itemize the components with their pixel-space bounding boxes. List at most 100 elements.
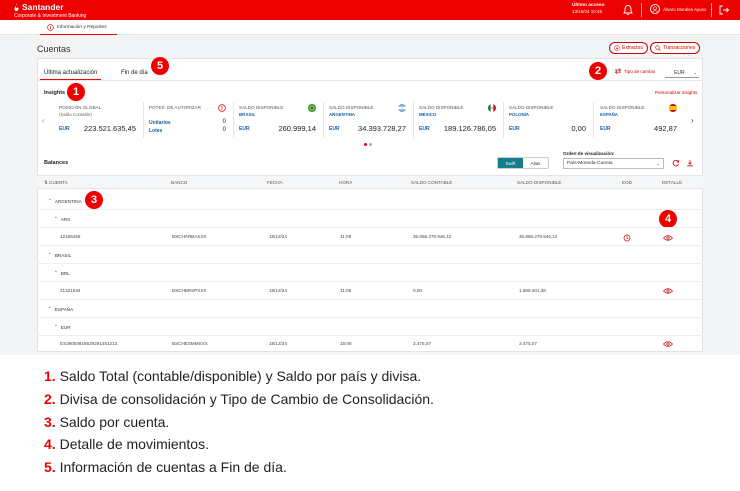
swift-alias-toggle[interactable]: Swift Alias xyxy=(497,157,549,169)
alert-icon xyxy=(218,104,226,112)
insight-title: Saldo disponible xyxy=(329,105,374,110)
toggle-alias[interactable]: Alias xyxy=(523,158,548,168)
info-icon xyxy=(47,23,54,31)
currency-select[interactable]: EUR ⌄ xyxy=(665,68,699,78)
row-divider xyxy=(37,263,703,264)
row-divider xyxy=(37,245,703,246)
balances-title: Balances xyxy=(44,160,69,166)
insight-card-brasil[interactable]: Saldo disponible Brasil EUR 260.999,14 xyxy=(233,102,321,138)
insight-title: Saldo disponible xyxy=(239,105,284,110)
santander-logo[interactable]: Santander Corporate & Investment Banking xyxy=(13,2,86,19)
cell-saldo-disponible: 3.475,07 xyxy=(519,341,537,346)
legend-text: Saldo Total (contable/disponible) y Sald… xyxy=(59,368,422,384)
currency-label: EUR xyxy=(60,324,71,330)
table-header: ⇅ Cuenta Banco Fecha Hora Saldo contable… xyxy=(37,175,703,189)
eye-icon[interactable] xyxy=(663,341,673,347)
brazil-flag-icon xyxy=(308,104,316,112)
extractos-button[interactable]: Extractos xyxy=(609,42,648,54)
chevron-up-icon: ⌃ xyxy=(48,252,52,257)
currency-value: EUR xyxy=(674,69,685,76)
lotes-value: 0 xyxy=(222,127,226,133)
insight-currency: EUR xyxy=(239,126,250,132)
chevron-left-icon[interactable]: ‹ xyxy=(42,116,45,125)
eye-icon[interactable] xyxy=(663,288,673,294)
tipo-de-cambio-label: Tipo de cambio xyxy=(624,68,656,74)
eye-icon[interactable] xyxy=(663,235,673,241)
callout-badge-3: 3 xyxy=(85,191,103,209)
search-icon xyxy=(655,45,661,51)
sort-icon: ⇅ xyxy=(44,180,48,185)
insight-country: España xyxy=(600,112,618,117)
group-currency-eur[interactable]: ⌃ EUR xyxy=(54,324,71,330)
group-country-espana[interactable]: ⌃ ESPAÑA xyxy=(48,306,73,312)
transacciones-label: Transacciones xyxy=(663,45,696,51)
chevron-down-icon: ⌄ xyxy=(693,70,697,75)
pagination-dot[interactable] xyxy=(369,143,372,146)
legend-number: 4. xyxy=(44,436,56,452)
group-country-brasil[interactable]: ⌃ BRASIL xyxy=(48,252,71,258)
divider xyxy=(641,3,642,17)
cell-saldo-disponible: 1.689.401,38 xyxy=(519,288,546,293)
pagination-dot-active[interactable] xyxy=(364,143,367,146)
chevron-up-icon: ⌃ xyxy=(54,270,58,275)
chevron-up-icon: ⌃ xyxy=(48,306,52,311)
legend-text: Saldo por cuenta. xyxy=(59,414,170,430)
order-label: Orden de visualización: xyxy=(563,151,615,156)
insight-value: 0,00 xyxy=(571,124,586,133)
tipo-de-cambio-link[interactable]: Tipo de cambio xyxy=(614,67,655,75)
row-divider xyxy=(37,281,703,282)
insight-card-mexico[interactable]: Saldo disponible México EUR 189.126.786,… xyxy=(413,102,501,138)
order-select[interactable]: País-Moneda-Cuenta ⌄ xyxy=(563,158,664,169)
insight-card-polonia[interactable]: Saldo disponible Polonia EUR 0,00 xyxy=(503,102,591,138)
logout-icon[interactable] xyxy=(718,4,730,16)
cell-saldo-contable: 36.866.278.946,12 xyxy=(413,234,452,239)
tab-fin-de-dia[interactable]: Fin de día xyxy=(121,70,148,76)
currency-label: BRL xyxy=(60,270,70,276)
insight-card-espana[interactable]: Saldo disponible España EUR 492,87 xyxy=(594,102,682,138)
personalize-insights-link[interactable]: Personalizar insights xyxy=(655,90,697,95)
unitarios-label: Unitarios xyxy=(149,120,171,126)
insight-card-argentina[interactable]: Saldo disponible Argentina EUR 34.393.72… xyxy=(323,102,411,138)
group-country-argentina[interactable]: ⌃ ARGENTINA xyxy=(48,198,82,204)
cell-cuenta: 21321534 xyxy=(60,288,81,293)
user-menu[interactable]: Álvaro Morales Ayuso ⌄ xyxy=(650,4,713,14)
column-label: Cuenta xyxy=(49,180,68,185)
carousel-pagination xyxy=(364,143,372,146)
insight-value: 260.999,14 xyxy=(278,124,316,133)
insight-country: Argentina xyxy=(329,112,356,117)
row-divider xyxy=(37,335,703,336)
group-currency-brl[interactable]: ⌃ BRL xyxy=(54,270,70,276)
legend-text: Divisa de consolidación y Tipo de Cambio… xyxy=(59,391,434,407)
refresh-icon[interactable] xyxy=(672,159,680,167)
chevron-right-icon[interactable]: › xyxy=(691,116,694,125)
bell-icon[interactable] xyxy=(622,4,634,16)
extractos-label: Extractos xyxy=(622,45,643,51)
insight-card-pendientes[interactable]: Potes. de autorizar Unitarios 0 Lotes 0 xyxy=(143,102,231,138)
transacciones-button[interactable]: Transacciones xyxy=(650,42,701,54)
insight-value: 34.393.728,27 xyxy=(358,124,406,133)
unitarios-value: 0 xyxy=(222,119,226,125)
history-icon[interactable] xyxy=(623,234,631,242)
insight-title: Potes. de autorizar xyxy=(149,105,201,110)
tab-informacion-reportes[interactable]: Información y Reportes xyxy=(40,20,117,35)
row-divider xyxy=(37,299,703,300)
legend-number: 2. xyxy=(44,391,56,407)
insight-currency: EUR xyxy=(329,126,340,132)
currency-label: ARS xyxy=(60,216,71,222)
mexico-flag-icon xyxy=(488,104,496,112)
cell-saldo-contable: 3.475,07 xyxy=(413,341,431,346)
cell-banco: BSCHESMMXXX xyxy=(172,341,208,346)
exchange-icon xyxy=(614,68,622,74)
legend-text: Detalle de movimientos. xyxy=(59,436,209,452)
cell-banco: BSCHBRSPXXX xyxy=(172,288,207,293)
column-header-cuenta[interactable]: ⇅ Cuenta xyxy=(44,180,68,186)
column-header-banco: Banco xyxy=(171,180,188,185)
download-icon[interactable] xyxy=(686,159,694,167)
download-icon xyxy=(614,45,620,51)
toggle-swift[interactable]: Swift xyxy=(498,158,523,168)
insight-card-posicion-global[interactable]: Posición global (Saldo Contable) EUR 223… xyxy=(53,102,141,138)
tab-ultima-actualizacion[interactable]: Última actualización xyxy=(44,70,97,76)
group-currency-ars[interactable]: ⌃ ARS xyxy=(54,216,70,222)
country-label: ESPAÑA xyxy=(54,306,74,312)
last-access-value: 13/10/24 10:45 xyxy=(572,9,603,14)
